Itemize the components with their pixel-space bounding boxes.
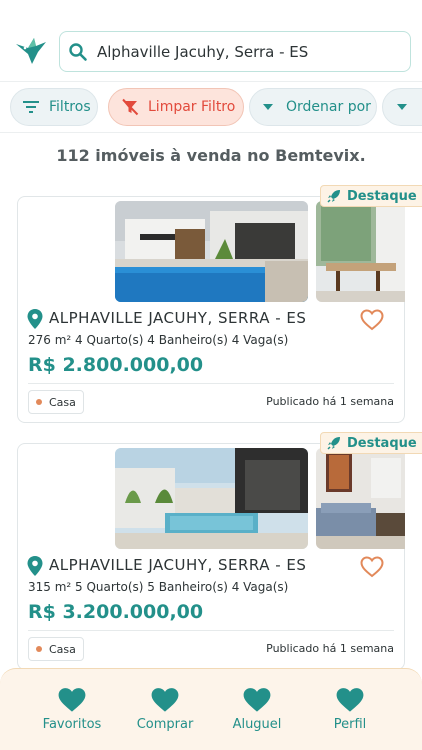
location-pin-icon	[27, 309, 43, 329]
featured-badge-label: Destaque	[347, 188, 417, 204]
search-input[interactable]: Alphaville Jacuhy, Serra - ES	[59, 31, 411, 72]
listing-card[interactable]: Destaque ALPHAVILLE JACUHY, SERRA - ES 3…	[17, 432, 422, 670]
featured-badge: Destaque	[320, 185, 422, 207]
nav-comprar[interactable]: Comprar	[120, 687, 210, 732]
search-icon[interactable]	[68, 42, 88, 62]
caret-down-icon	[263, 104, 273, 110]
heart-icon	[243, 688, 271, 712]
more-filter-button[interactable]	[382, 88, 422, 126]
bottom-navigation: Favoritos Comprar Aluguel Perfil	[0, 668, 422, 750]
listing-photo-secondary[interactable]	[316, 448, 405, 549]
filters-label: Filtros	[49, 99, 91, 115]
listing-specs: 276 m² 4 Quarto(s) 4 Banheiro(s) 4 Vaga(…	[28, 333, 289, 347]
nav-label: Comprar	[136, 717, 194, 732]
heart-icon	[336, 688, 364, 712]
app-header: Alphaville Jacuhy, Serra - ES	[0, 0, 422, 82]
rocket-icon	[327, 190, 340, 203]
caret-down-icon	[397, 104, 407, 110]
published-date: Publicado há 1 semana	[266, 642, 394, 655]
listing-photo[interactable]	[115, 448, 308, 549]
listing-card[interactable]: Destaque ALPHAVILLE JACUHY, SERRA - ES 2…	[17, 185, 422, 423]
filters-button[interactable]: Filtros	[10, 88, 98, 126]
nav-perfil[interactable]: Perfil	[305, 687, 395, 732]
rocket-icon	[327, 437, 340, 450]
nav-favoritos[interactable]: Favoritos	[27, 687, 117, 732]
favorite-heart-icon[interactable]	[360, 309, 384, 331]
results-count: 112 imóveis à venda no Bemtevix.	[56, 146, 366, 165]
bird-logo-icon[interactable]	[14, 36, 48, 66]
type-dot	[36, 399, 42, 405]
property-type-tag: Casa	[28, 637, 84, 661]
sort-by-label: Ordenar por	[286, 99, 371, 115]
listing-photo[interactable]	[115, 201, 308, 302]
type-dot	[36, 646, 42, 652]
filter-bar: Filtros Limpar Filtro Ordenar por	[0, 83, 422, 133]
filter-off-icon	[122, 98, 139, 116]
featured-badge: Destaque	[320, 432, 422, 454]
sort-by-button[interactable]: Ordenar por	[249, 88, 377, 126]
nav-label: Perfil	[333, 717, 367, 732]
heart-icon	[151, 688, 179, 712]
nav-label: Aluguel	[232, 717, 282, 732]
filter-lines-icon	[23, 101, 39, 113]
favorite-heart-icon[interactable]	[360, 556, 384, 578]
clear-filter-button[interactable]: Limpar Filtro	[108, 88, 244, 126]
property-type-label: Casa	[49, 642, 76, 656]
published-date: Publicado há 1 semana	[266, 395, 394, 408]
listing-specs: 315 m² 5 Quarto(s) 5 Banheiro(s) 4 Vaga(…	[28, 580, 289, 594]
heart-icon	[58, 688, 86, 712]
listing-price: R$ 3.200.000,00	[28, 601, 204, 623]
nav-aluguel[interactable]: Aluguel	[212, 687, 302, 732]
featured-badge-label: Destaque	[347, 435, 417, 451]
property-type-tag: Casa	[28, 390, 84, 414]
search-value[interactable]: Alphaville Jacuhy, Serra - ES	[97, 43, 308, 61]
card-divider	[28, 630, 394, 631]
listing-location: ALPHAVILLE JACUHY, SERRA - ES	[49, 556, 307, 574]
listing-price: R$ 2.800.000,00	[28, 354, 204, 376]
listing-location: ALPHAVILLE JACUHY, SERRA - ES	[49, 309, 307, 327]
clear-filter-label: Limpar Filtro	[148, 99, 236, 115]
nav-label: Favoritos	[42, 717, 102, 732]
property-type-label: Casa	[49, 395, 76, 409]
listing-photo-secondary[interactable]	[316, 201, 405, 302]
card-divider	[28, 383, 394, 384]
location-pin-icon	[27, 556, 43, 576]
